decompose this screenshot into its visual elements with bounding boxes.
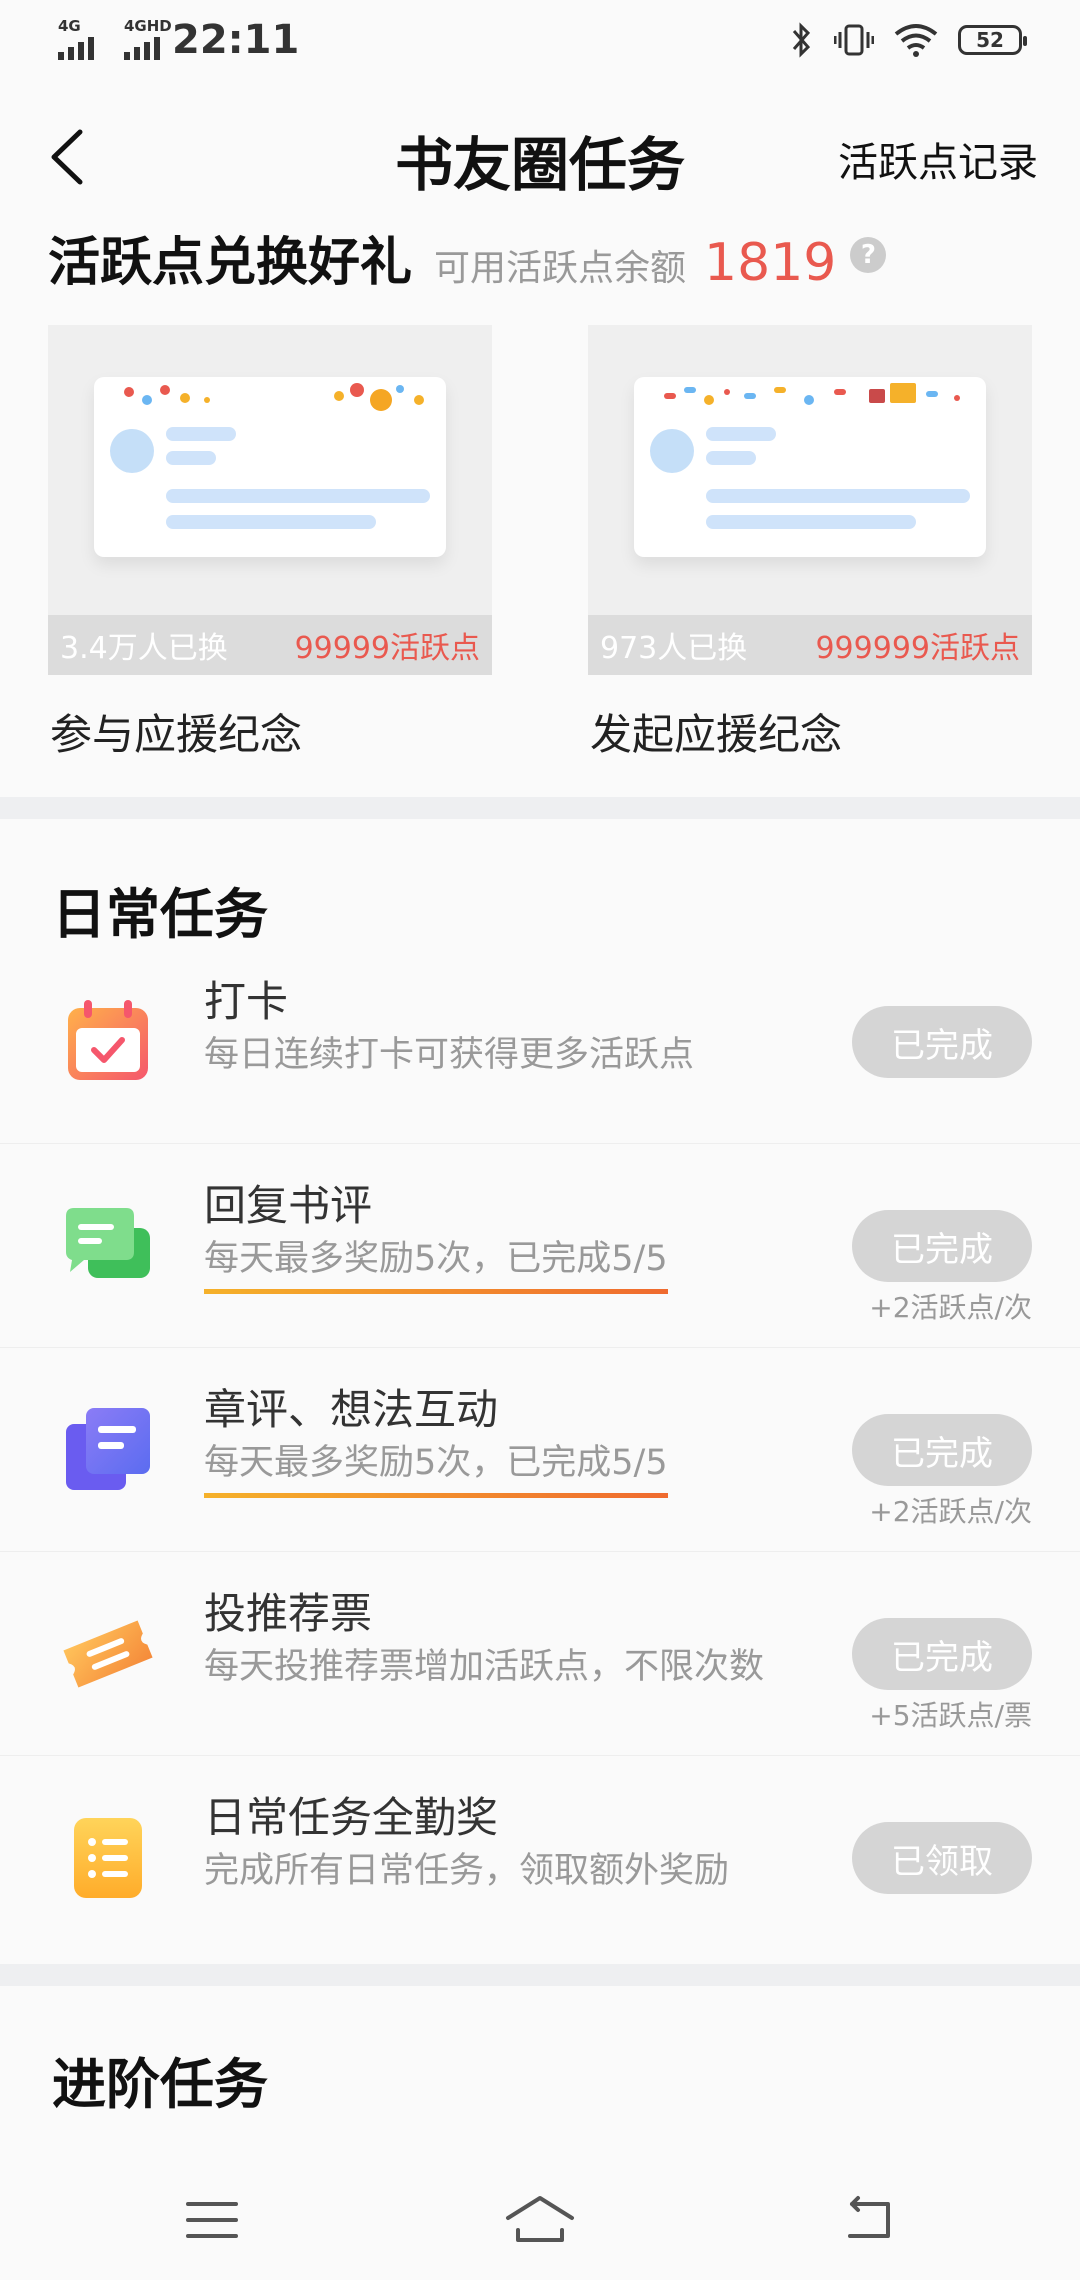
placeholder-line bbox=[706, 451, 756, 465]
task-row-vote: 投推荐票 每天投推荐票增加活跃点，不限次数 已完成 +5活跃点/票 bbox=[0, 1552, 1080, 1756]
battery-icon: 52 bbox=[958, 25, 1027, 55]
task-status-button[interactable]: 已完成 bbox=[852, 1210, 1032, 1282]
section-divider bbox=[0, 797, 1080, 819]
gift-name: 参与应援纪念 bbox=[50, 710, 303, 759]
system-nav-bar bbox=[0, 2160, 1080, 2280]
gift-preview-panel bbox=[634, 377, 986, 557]
task-desc: 完成所有日常任务，领取额外奖励 bbox=[204, 1851, 730, 1891]
placeholder-line bbox=[706, 489, 970, 503]
task-row-full-attendance: 日常任务全勤奖 完成所有日常任务，领取额外奖励 已领取 bbox=[0, 1756, 1080, 1960]
task-name: 日常任务全勤奖 bbox=[204, 1793, 499, 1842]
advanced-tasks-title: 进阶任务 bbox=[52, 2052, 268, 2116]
task-status-button[interactable]: 已完成 bbox=[852, 1006, 1032, 1078]
section-divider bbox=[0, 1964, 1080, 1986]
task-reward: +2活跃点/次 bbox=[869, 1291, 1032, 1324]
task-status-button[interactable]: 已领取 bbox=[852, 1822, 1032, 1894]
status-icons: 52 bbox=[790, 18, 1027, 62]
gift-price: 999999活跃点 bbox=[815, 631, 1020, 666]
task-desc: 每天最多奖励5次，已完成5/5 bbox=[204, 1434, 668, 1498]
daily-tasks-title: 日常任务 bbox=[52, 882, 268, 946]
task-name: 打卡 bbox=[204, 977, 289, 1026]
placeholder-line bbox=[166, 427, 236, 441]
task-desc: 每日连续打卡可获得更多活跃点 bbox=[204, 1035, 695, 1075]
gift-footer: 973人已换 999999活跃点 bbox=[588, 615, 1032, 675]
task-status-button[interactable]: 已完成 bbox=[852, 1414, 1032, 1486]
balance-label: 可用活跃点余额 bbox=[434, 248, 687, 289]
task-row-checkin: 打卡 每日连续打卡可获得更多活跃点 已完成 bbox=[0, 940, 1080, 1144]
back-nav-icon[interactable] bbox=[838, 2190, 898, 2250]
gift-name: 发起应援纪念 bbox=[590, 710, 843, 759]
confetti-decoration bbox=[664, 383, 960, 413]
task-desc: 每天最多奖励5次，已完成5/5 bbox=[204, 1230, 668, 1294]
gift-exchange-count: 973人已换 bbox=[600, 631, 748, 666]
task-name: 章评、想法互动 bbox=[204, 1385, 499, 1434]
document-stack-icon bbox=[66, 1407, 150, 1490]
placeholder-line bbox=[166, 489, 430, 503]
task-row-reply-review: 回复书评 每天最多奖励5次，已完成5/5 已完成 +2活跃点/次 bbox=[0, 1144, 1080, 1348]
task-desc: 每天投推荐票增加活跃点，不限次数 bbox=[204, 1647, 765, 1687]
task-row-chapter-comment: 章评、想法互动 每天最多奖励5次，已完成5/5 已完成 +2活跃点/次 bbox=[0, 1348, 1080, 1552]
help-icon[interactable]: ? bbox=[850, 237, 887, 273]
gift-image: 973人已换 999999活跃点 bbox=[588, 325, 1032, 675]
task-reward: +5活跃点/票 bbox=[869, 1699, 1032, 1732]
gift-card-start-support[interactable]: 973人已换 999999活跃点 发起应援纪念 bbox=[588, 325, 1032, 762]
gift-preview-panel bbox=[94, 377, 446, 557]
ticket-icon bbox=[63, 1619, 153, 1688]
calendar-check-icon bbox=[68, 999, 148, 1080]
exchange-title: 活跃点兑换好礼 bbox=[48, 232, 413, 293]
task-name: 回复书评 bbox=[204, 1181, 373, 1230]
balance-value: 1819 bbox=[704, 233, 837, 293]
list-icon bbox=[74, 1818, 142, 1898]
activity-record-link[interactable]: 活跃点记录 bbox=[838, 130, 1038, 188]
gift-footer: 3.4万人已换 99999活跃点 bbox=[48, 615, 492, 675]
confetti-decoration bbox=[124, 383, 424, 413]
task-name: 投推荐票 bbox=[204, 1589, 373, 1638]
exchange-header: 活跃点兑换好礼 可用活跃点余额 1819 ? bbox=[48, 220, 1040, 293]
gift-image: 3.4万人已换 99999活跃点 bbox=[48, 325, 492, 675]
vibrate-icon bbox=[834, 24, 874, 56]
gift-price: 99999活跃点 bbox=[294, 631, 480, 666]
wifi-icon bbox=[894, 24, 938, 57]
gift-exchange-count: 3.4万人已换 bbox=[60, 631, 228, 666]
placeholder-line bbox=[706, 515, 916, 529]
menu-icon[interactable] bbox=[182, 2190, 242, 2250]
task-status-button[interactable]: 已完成 bbox=[852, 1618, 1032, 1690]
avatar-placeholder bbox=[110, 429, 154, 473]
placeholder-line bbox=[166, 451, 216, 465]
placeholder-line bbox=[706, 427, 776, 441]
gift-card-join-support[interactable]: 3.4万人已换 99999活跃点 参与应援纪念 bbox=[48, 325, 492, 762]
chat-bubble-icon bbox=[66, 1207, 150, 1278]
home-icon[interactable] bbox=[504, 2190, 576, 2250]
bluetooth-icon bbox=[792, 22, 811, 58]
clock: 22:11 bbox=[172, 17, 300, 63]
signal-group: 4G 4GHD bbox=[58, 18, 180, 62]
status-bar: 4G 4GHD 22:11 52 bbox=[0, 0, 1080, 80]
nav-bar: 书友圈任务 活跃点记录 bbox=[0, 100, 1080, 220]
signal-4g-icon: 4G bbox=[58, 18, 114, 62]
avatar-placeholder bbox=[650, 429, 694, 473]
placeholder-line bbox=[166, 515, 376, 529]
task-reward: +2活跃点/次 bbox=[869, 1495, 1032, 1528]
